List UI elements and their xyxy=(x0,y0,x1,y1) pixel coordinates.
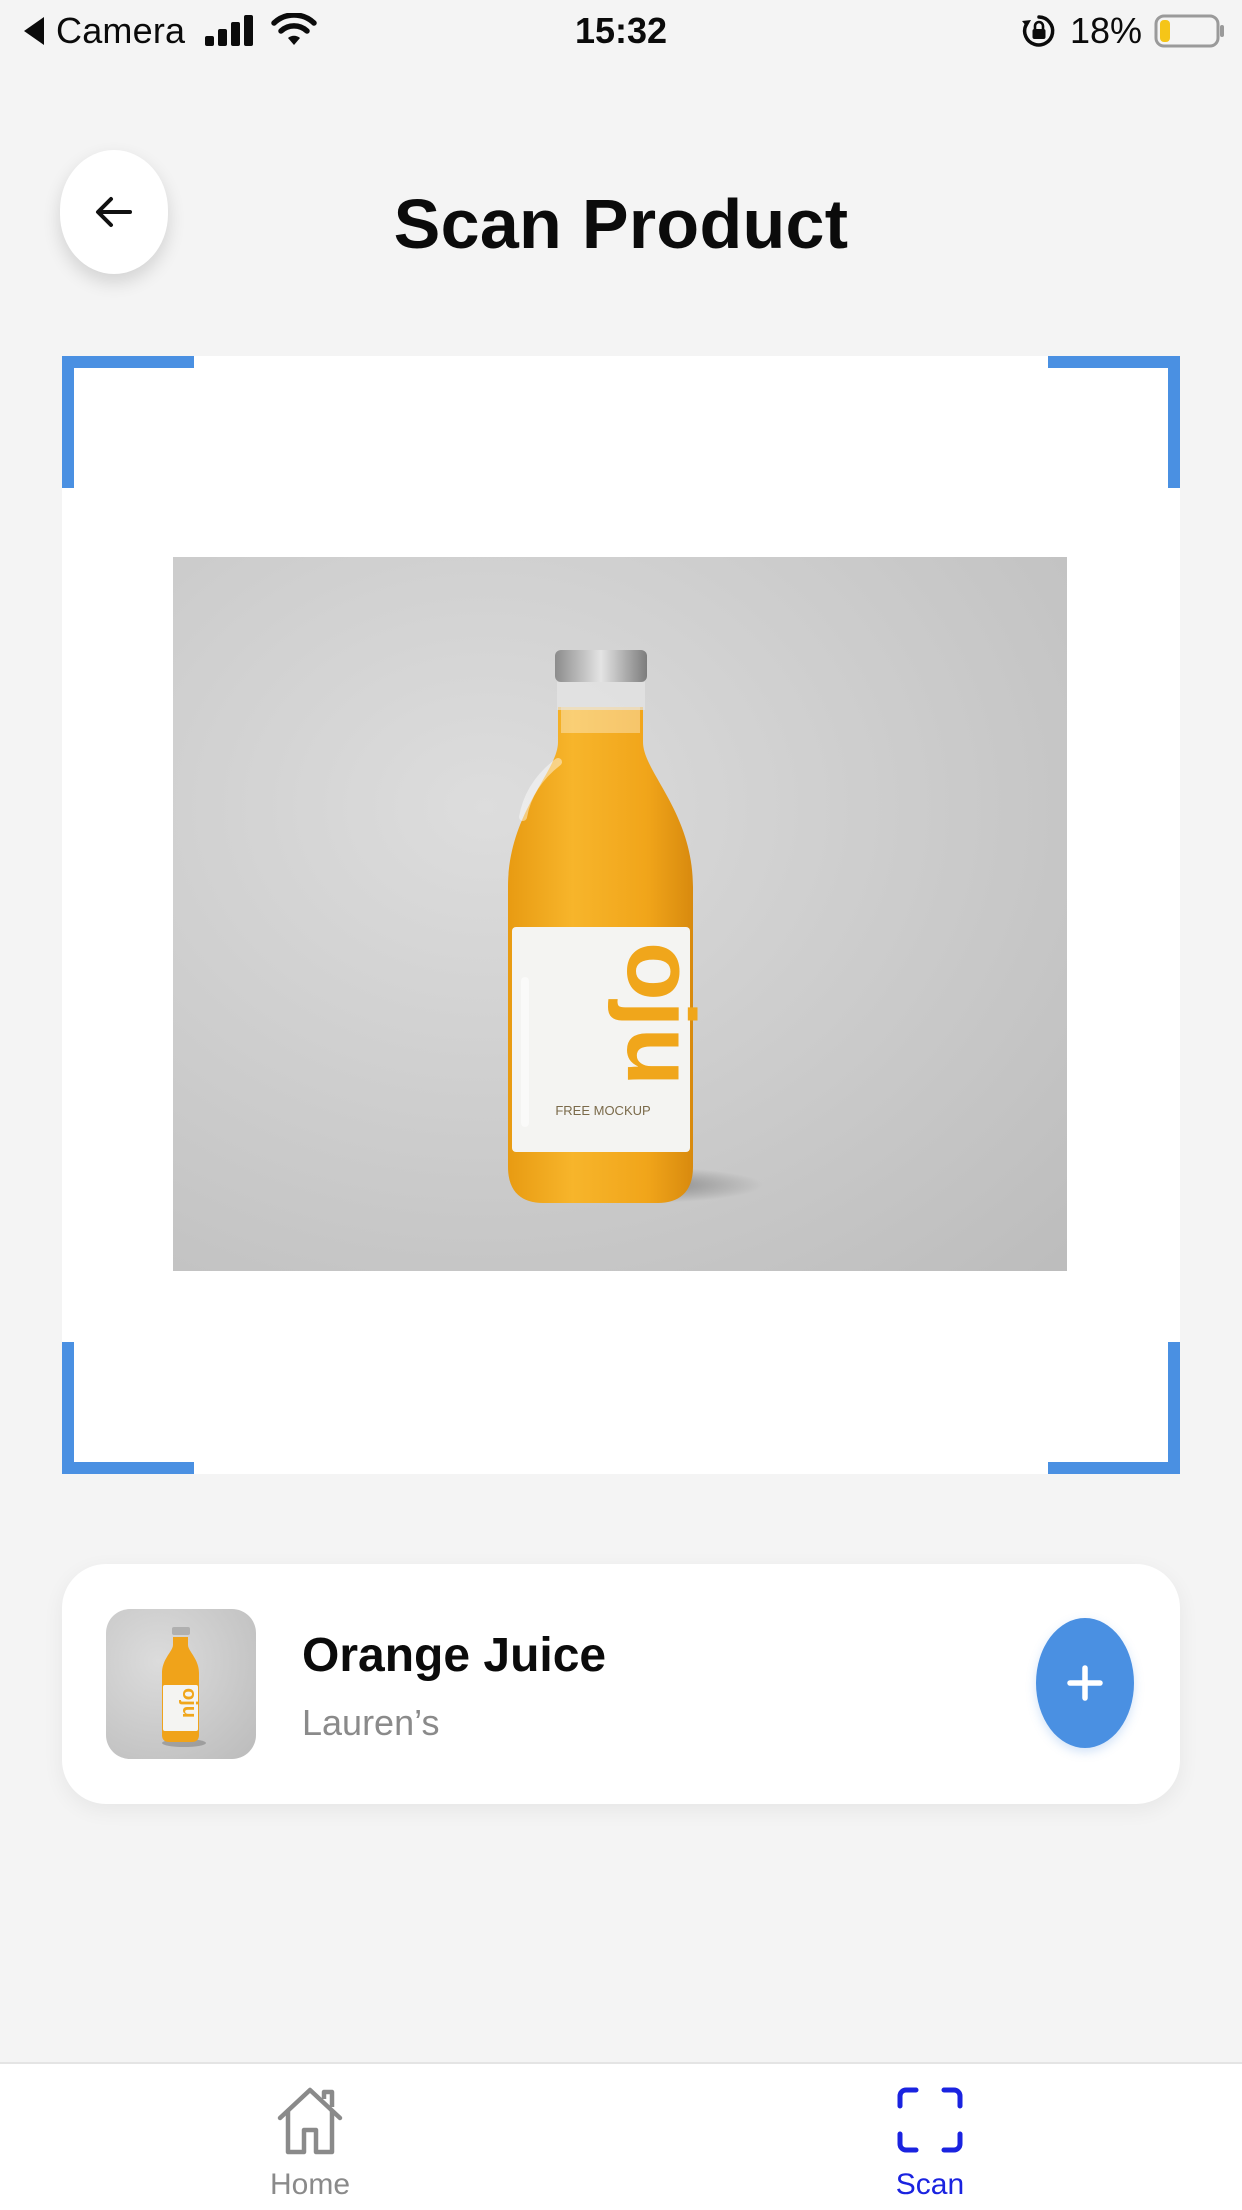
viewfinder-corner-bottom-left xyxy=(62,1342,194,1474)
product-thumbnail: oju xyxy=(106,1609,256,1759)
tab-home[interactable]: Home xyxy=(210,2082,410,2202)
status-right: 18% xyxy=(1020,8,1226,54)
page-title: Scan Product xyxy=(393,185,849,263)
viewfinder-corner-bottom-right xyxy=(1048,1342,1180,1474)
scan-result-card[interactable]: oju Orange Juice Lauren’s xyxy=(62,1564,1180,1804)
product-thumbnail-image: oju xyxy=(106,1609,256,1759)
product-brand: Lauren’s xyxy=(302,1702,440,1743)
tab-scan-label: Scan xyxy=(895,2168,965,2201)
bottle-label-subtext: FREE MOCKUP xyxy=(555,1103,650,1118)
product-name: Orange Juice xyxy=(302,1629,607,1682)
home-icon xyxy=(277,2087,343,2155)
tab-bar: Home Scan xyxy=(0,2062,1242,2210)
tab-home-label: Home xyxy=(269,2168,351,2201)
scan-icon xyxy=(897,2087,963,2153)
scanner-viewfinder[interactable]: oju FREE MOCKUP xyxy=(62,356,1180,1474)
product-photo: oju FREE MOCKUP xyxy=(173,557,1067,1271)
add-product-button[interactable] xyxy=(1036,1618,1134,1748)
viewfinder-corner-top-left xyxy=(62,356,194,488)
viewfinder-corner-top-right xyxy=(1048,356,1180,488)
plus-icon xyxy=(1067,1665,1103,1701)
status-bar: Camera 15:32 18% xyxy=(0,0,1242,62)
battery-percentage: 18% xyxy=(1069,10,1142,51)
bottle-label-text: oju xyxy=(607,942,714,1086)
orientation-lock-icon xyxy=(1021,15,1055,47)
tab-scan[interactable]: Scan xyxy=(830,2082,1030,2202)
svg-text:oju: oju xyxy=(178,1688,200,1718)
battery-icon xyxy=(1154,14,1224,48)
